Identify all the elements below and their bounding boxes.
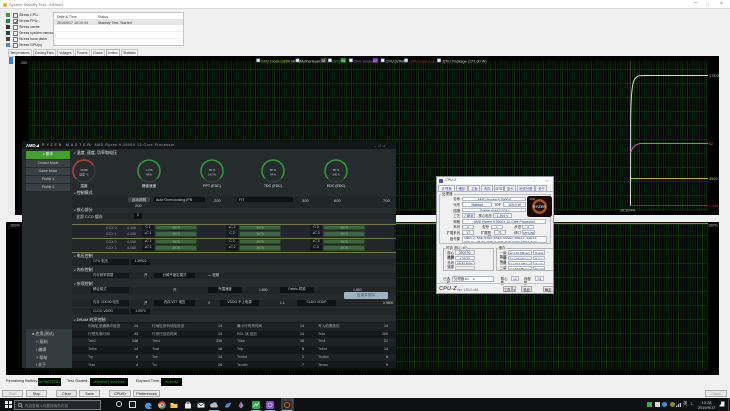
svg-text:85 %: 85 % (270, 168, 277, 172)
svg-text:94 A: 94 A (270, 173, 276, 177)
svg-text:100%: 100% (10, 224, 20, 228)
svg-text:1,375: 1,375 (146, 168, 153, 172)
svg-text:68.88: 68.88 (81, 168, 88, 172)
svg-text:CPU Clock (3900 MHz): CPU Clock (3900 MHz) (261, 59, 301, 63)
svg-text:CPU: CPU (332, 59, 340, 63)
svg-text:10:19:44: 10:19:44 (620, 209, 635, 213)
svg-text:MHz: MHz (146, 173, 152, 177)
svg-text:CPU (VRM): CPU (VRM) (386, 59, 407, 63)
svg-text:38: 38 (322, 59, 326, 63)
svg-text:100%: 100% (708, 224, 718, 228)
svg-text:温度 °C: 温度 °C (79, 173, 89, 177)
svg-text:RYZEN: RYZEN (533, 204, 547, 209)
svg-text:Motherboard: Motherboard (300, 59, 322, 63)
svg-text:3900: 3900 (709, 177, 717, 181)
svg-text:CPU Package (172.00 W): CPU Package (172.00 W) (443, 59, 487, 63)
svg-text:62: 62 (373, 59, 377, 63)
svg-text:PPT (EDC): PPT (EDC) (203, 184, 221, 188)
svg-text:CPU Diode: CPU Diode (353, 59, 372, 63)
svg-text:62: 62 (709, 142, 713, 146)
svg-text:173.05: 173.05 (709, 74, 719, 78)
svg-text:200: 200 (21, 61, 27, 65)
svg-text:1.398: 1.398 (709, 204, 719, 208)
svg-text:85 %: 85 % (333, 168, 340, 172)
svg-text:142 W: 142 W (208, 173, 216, 177)
svg-text:95: 95 (341, 59, 345, 63)
svg-text:AMD: AMD (530, 197, 536, 201)
svg-text:峰值速度: 峰值速度 (142, 183, 157, 188)
svg-text:温度: 温度 (80, 183, 88, 188)
svg-text:TDC (EDC): TDC (EDC) (264, 184, 282, 188)
svg-text:140 A: 140 A (332, 173, 339, 177)
svg-text:EDC (EDC): EDC (EDC) (327, 184, 346, 188)
svg-text:85 %: 85 % (209, 168, 216, 172)
